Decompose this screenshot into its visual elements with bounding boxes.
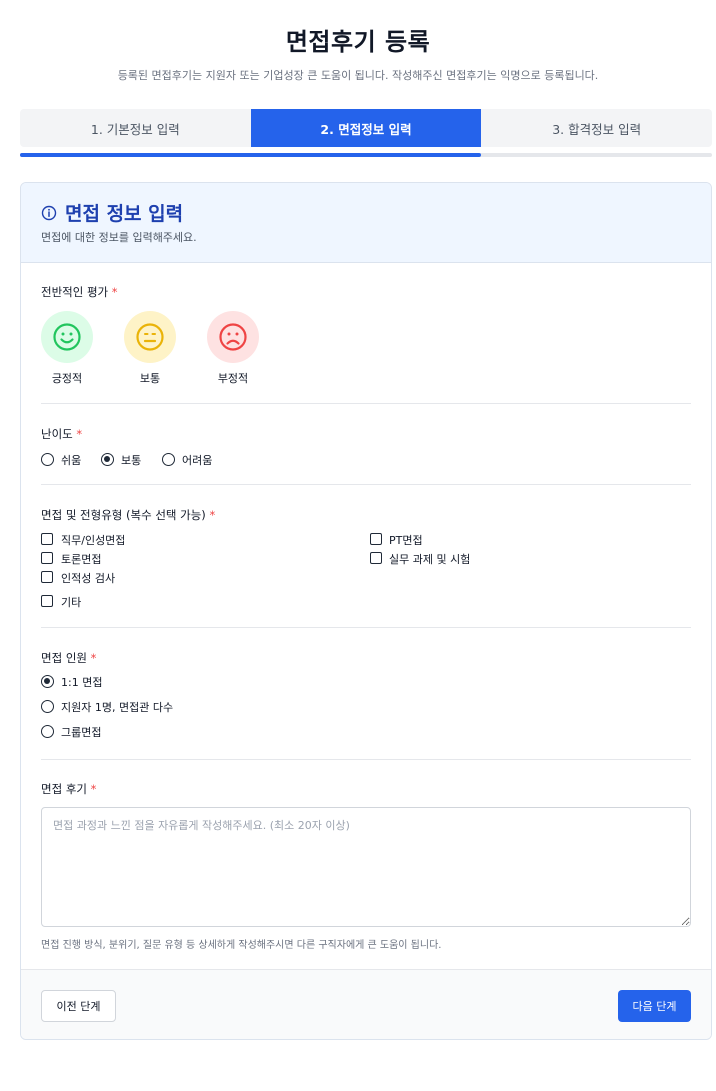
interview-type-practical-task-label: 실무 과제 및 시험 bbox=[389, 553, 471, 566]
section-divider bbox=[41, 759, 691, 760]
review-textarea[interactable] bbox=[41, 807, 691, 927]
step-tab-pass-info[interactable]: 3. 합격정보 입력 bbox=[481, 109, 713, 147]
next-step-button[interactable]: 다음 단계 bbox=[618, 990, 691, 1022]
evaluation-option-negative[interactable] bbox=[207, 311, 259, 363]
step-progress-bar bbox=[20, 153, 712, 157]
interview-people-radio-multi-interviewer[interactable] bbox=[41, 700, 54, 713]
difficulty-option-normal-label: 보통 bbox=[121, 454, 142, 467]
interview-people-radio-one-on-one[interactable] bbox=[41, 675, 54, 688]
card-description: 면접에 대한 정보를 입력해주세요. bbox=[41, 231, 197, 244]
page-subtitle: 등록된 면접후기는 지원자 또는 기업성장 큰 도움이 됩니다. 작성해주신 면… bbox=[117, 69, 599, 82]
step-progress-fill bbox=[20, 153, 482, 157]
interview-type-checkbox-aptitude-test[interactable] bbox=[41, 571, 53, 583]
page-title: 면접후기 등록 bbox=[285, 28, 431, 56]
interview-type-checkbox-job-personality[interactable] bbox=[41, 533, 53, 545]
interview-type-checkbox-discussion[interactable] bbox=[41, 552, 53, 564]
difficulty-radio-normal[interactable] bbox=[101, 453, 114, 466]
required-mark: * bbox=[90, 651, 97, 665]
evaluation-option-positive-label: 긍정적 bbox=[51, 372, 83, 385]
prev-step-button[interactable]: 이전 단계 bbox=[41, 990, 116, 1022]
section-divider bbox=[41, 484, 691, 485]
interview-types-label: 면접 및 전형유형 (복수 선택 가능) * bbox=[41, 508, 216, 522]
interview-people-multi-interviewer-label: 지원자 1명, 면접관 다수 bbox=[61, 701, 174, 714]
required-mark: * bbox=[111, 285, 118, 299]
sad-face-icon bbox=[219, 323, 247, 351]
difficulty-option-easy-label: 쉬움 bbox=[61, 454, 82, 467]
required-mark: * bbox=[90, 782, 97, 796]
section-divider bbox=[41, 403, 691, 404]
interview-people-label: 면접 인원 * bbox=[41, 651, 97, 665]
section-divider bbox=[41, 627, 691, 628]
required-mark: * bbox=[209, 508, 216, 522]
info-circle-icon bbox=[41, 205, 57, 220]
interview-type-aptitude-test-label: 인적성 검사 bbox=[61, 572, 116, 585]
smile-face-icon bbox=[53, 323, 81, 351]
difficulty-label: 난이도 * bbox=[41, 427, 83, 441]
interview-people-one-on-one-label: 1:1 면접 bbox=[61, 676, 103, 689]
step-tab-basic-info[interactable]: 1. 기본정보 입력 bbox=[20, 109, 251, 147]
evaluation-option-neutral[interactable] bbox=[124, 311, 176, 363]
card-header: 면접 정보 입력 면접에 대한 정보를 입력해주세요. bbox=[21, 183, 711, 263]
neutral-face-icon bbox=[136, 323, 164, 351]
interview-type-discussion-label: 토론면접 bbox=[61, 553, 102, 566]
interview-info-card: 면접 정보 입력 면접에 대한 정보를 입력해주세요. 전반적인 평가 * 긍정… bbox=[20, 182, 712, 1040]
interview-people-radio-group[interactable] bbox=[41, 725, 54, 738]
interview-type-checkbox-other[interactable] bbox=[41, 595, 53, 607]
review-label: 면접 후기 * bbox=[41, 782, 97, 796]
step-tab-interview-info[interactable]: 2. 면접정보 입력 bbox=[250, 109, 482, 147]
evaluation-option-neutral-label: 보통 bbox=[139, 372, 161, 385]
difficulty-radio-easy[interactable] bbox=[41, 453, 54, 466]
interview-type-pt-label: PT면접 bbox=[389, 534, 423, 547]
step-tabs: 1. 기본정보 입력 2. 면접정보 입력 3. 합격정보 입력 bbox=[20, 109, 713, 147]
evaluation-option-negative-label: 부정적 bbox=[217, 372, 249, 385]
evaluation-option-positive[interactable] bbox=[41, 311, 93, 363]
card-footer: 이전 단계 다음 단계 bbox=[21, 969, 711, 1039]
difficulty-option-hard-label: 어려움 bbox=[182, 454, 213, 467]
interview-people-group-label: 그룹면접 bbox=[61, 726, 102, 739]
interview-type-checkbox-pt[interactable] bbox=[370, 533, 382, 545]
interview-type-checkbox-practical-task[interactable] bbox=[370, 552, 382, 564]
interview-type-other-label: 기타 bbox=[61, 596, 82, 609]
required-mark: * bbox=[76, 427, 83, 441]
card-title: 면접 정보 입력 bbox=[65, 203, 184, 225]
difficulty-radio-hard[interactable] bbox=[162, 453, 175, 466]
interview-type-job-personality-label: 직무/인성면접 bbox=[61, 534, 126, 547]
evaluation-label: 전반적인 평가 * bbox=[41, 285, 118, 299]
review-hint: 면접 진행 방식, 분위기, 질문 유형 등 상세하게 작성해주시면 다른 구직… bbox=[41, 940, 442, 951]
